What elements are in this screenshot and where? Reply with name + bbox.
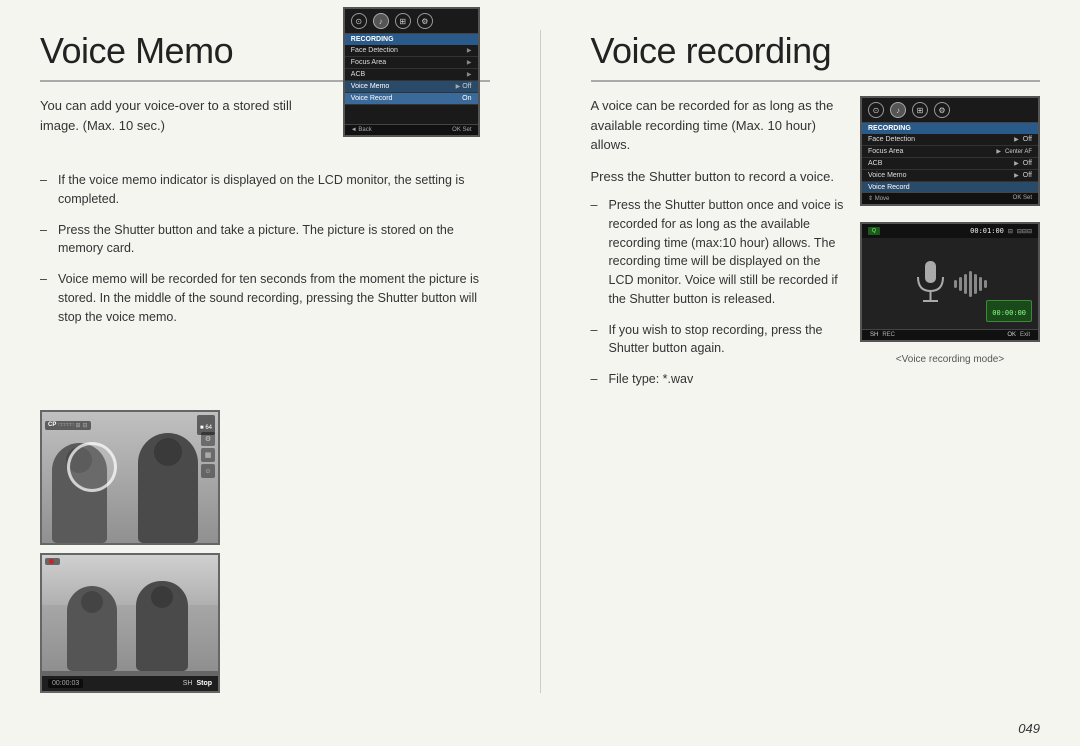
left-bullet-3: – Voice memo will be recorded for ten se…	[40, 270, 490, 326]
speaker-icon: ♪	[373, 13, 389, 29]
voice-rec-inner: Q 00:01:00 ⊟ ⊟⊟⊟	[862, 224, 1038, 340]
left-bullet-2: – Press the Shutter button and take a pi…	[40, 221, 490, 259]
left-menu-row-acb: ACB ▶	[345, 69, 478, 81]
right-menu-header: RECORDING	[862, 123, 1038, 134]
right-main-area: A voice can be recorded for as long as t…	[591, 96, 1041, 401]
right-bullet-3: – File type: *.wav	[591, 370, 845, 389]
camera2-bottom-bar: 00:00:03 SH Stop	[42, 676, 218, 691]
right-bullet-2: – If you wish to stop recording, press t…	[591, 321, 845, 359]
right-speaker-icon: ♪	[890, 102, 906, 118]
left-menu-icons: ⊙ ♪ ⊞ ⚙	[345, 9, 478, 34]
left-section: Voice Memo You can add your voice-over t…	[40, 30, 490, 693]
gear-icon: ⚙	[417, 13, 433, 29]
grid-icon: ⊞	[395, 13, 411, 29]
camera-icon: ⊙	[351, 13, 367, 29]
right-screenshots: ⊙ ♪ ⊞ ⚙ RECORDING Face Detection ▶Off Fo…	[860, 96, 1040, 401]
camera2-controls: SH Stop	[183, 680, 212, 687]
right-menu-row-acb: ACB ▶Off	[862, 158, 1038, 170]
page-number: 049	[0, 713, 1080, 746]
right-title: Voice recording	[591, 30, 1041, 82]
right-grid-icon: ⊞	[912, 102, 928, 118]
left-menu-row-focus: Focus Area ▶	[345, 57, 478, 69]
right-menu-icons: ⊙ ♪ ⊞ ⚙	[862, 98, 1038, 123]
microphone-icon	[913, 259, 948, 309]
camera-scene-2	[42, 555, 218, 691]
right-text: A voice can be recorded for as long as t…	[591, 96, 845, 401]
sound-waves	[954, 271, 987, 297]
right-menu-row-focus: Focus Area ▶Center AF	[862, 146, 1038, 158]
voice-recording-caption: <Voice recording mode>	[860, 354, 1040, 365]
left-bullet-list: – If the voice memo indicator is display…	[40, 171, 490, 400]
left-intro: You can add your voice-over to a stored …	[40, 96, 327, 135]
left-menu-row-voice-memo: Voice Memo ▶Off	[345, 81, 478, 93]
camera2-rec-indicator	[45, 558, 60, 565]
left-menu-screenshot: ⊙ ♪ ⊞ ⚙ RECORDING Face Detection ▶ Focus…	[343, 7, 480, 137]
camera1-side-icons: ⚙ ▦ ☺	[201, 432, 215, 478]
camera-image-1: CP □□□□□ ⊞ ⊟ ■ 64 ⚙ ▦	[40, 410, 220, 545]
left-menu-row-voice-record: Voice Record On	[345, 93, 478, 105]
right-menu-row-vmemo: Voice Memo ▶Off	[862, 170, 1038, 182]
right-bullet-1: – Press the Shutter button once and voic…	[591, 196, 845, 309]
voice-rec-ok-exit: OK Exit	[1007, 332, 1030, 338]
right-section: Voice recording A voice can be recorded …	[591, 30, 1041, 693]
left-menu-header: RECORDING	[345, 34, 478, 45]
right-menu-row-face: Face Detection ▶Off	[862, 134, 1038, 146]
right-menu-bottom: ⇕ Move OK Set	[862, 192, 1038, 204]
camera1-num: ■ 64	[200, 425, 212, 431]
voice-rec-top-bar: Q 00:01:00 ⊟ ⊟⊟⊟	[862, 224, 1038, 238]
left-menu-row-face: Face Detection ▶	[345, 45, 478, 57]
voice-rec-sh-rec: SH REC	[870, 332, 895, 338]
right-menu-screenshot: ⊙ ♪ ⊞ ⚙ RECORDING Face Detection ▶Off Fo…	[860, 96, 1040, 206]
voice-recording-screen: Q 00:01:00 ⊟ ⊟⊟⊟	[860, 222, 1040, 342]
camera1-overlay-top: CP □□□□□ ⊞ ⊟ ■ 64	[45, 415, 215, 435]
left-menu-bottom: ◄ Back OK Set	[345, 124, 478, 135]
column-divider	[540, 30, 541, 693]
right-intro: A voice can be recorded for as long as t…	[591, 96, 845, 155]
right-camera-icon: ⊙	[868, 102, 884, 118]
right-press-shutter: Press the Shutter button to record a voi…	[591, 167, 845, 187]
voice-rec-timer-display: 00:00:00	[992, 309, 1026, 317]
left-bullet-1: – If the voice memo indicator is display…	[40, 171, 490, 209]
right-bullet-list: – Press the Shutter button once and voic…	[591, 196, 845, 389]
voice-rec-bottom-bar: SH REC OK Exit	[862, 329, 1038, 340]
right-gear-icon: ⚙	[934, 102, 950, 118]
left-camera-screenshots: CP □□□□□ ⊞ ⊟ ■ 64 ⚙ ▦	[40, 410, 490, 693]
camera-image-2: 00:00:03 SH Stop	[40, 553, 220, 693]
